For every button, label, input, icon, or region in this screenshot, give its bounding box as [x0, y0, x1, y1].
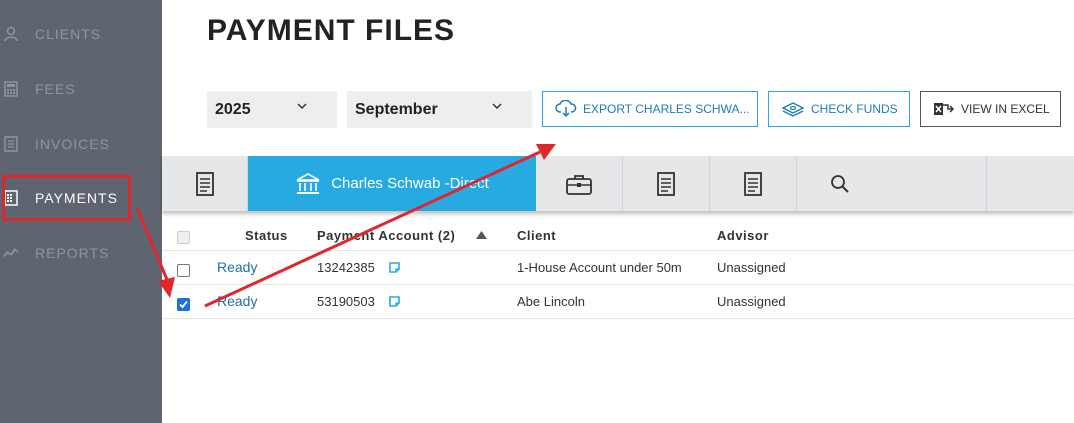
sidebar-item-reports[interactable]: REPORTS: [0, 238, 162, 268]
column-header-status[interactable]: Status: [245, 228, 288, 243]
client-name: 1-House Account under 50m: [517, 260, 682, 275]
select-all-checkbox[interactable]: [177, 231, 190, 244]
status-link[interactable]: Ready: [217, 293, 257, 309]
check-funds-button[interactable]: CHECK FUNDS: [768, 91, 910, 127]
advisor-name: Unassigned: [717, 260, 786, 275]
chevron-down-icon: [297, 103, 307, 110]
table-row: Ready 53190503 Abe Lincoln Unassigned: [162, 285, 1074, 319]
client-name: Abe Lincoln: [517, 294, 585, 309]
tab-document-3[interactable]: [710, 156, 797, 211]
sidebar-item-clients[interactable]: CLIENTS: [0, 19, 162, 49]
sidebar-item-label: FEES: [35, 81, 76, 97]
column-header-advisor[interactable]: Advisor: [717, 228, 769, 243]
tab-briefcase[interactable]: [536, 156, 623, 211]
note-icon[interactable]: [389, 296, 400, 307]
column-header-client[interactable]: Client: [517, 228, 556, 243]
status-link[interactable]: Ready: [217, 259, 257, 275]
export-charles-schwab-button[interactable]: EXPORT CHARLES SCHWA...: [542, 91, 758, 127]
sidebar-item-label: REPORTS: [35, 245, 110, 261]
sidebar-item-fees[interactable]: FEES: [0, 74, 162, 104]
search-icon: [831, 174, 849, 193]
tab-charles-schwab-direct[interactable]: Charles Schwab -Direct: [248, 156, 536, 211]
advisor-name: Unassigned: [717, 294, 786, 309]
tab-document-2[interactable]: [623, 156, 710, 211]
table-row: Ready 13242385 1-House Account under 50m…: [162, 251, 1074, 285]
column-header-payment-account[interactable]: Payment Account (2): [317, 228, 455, 243]
calculator-icon: [3, 81, 19, 97]
cloud-download-icon: [555, 100, 577, 118]
note-icon[interactable]: [389, 262, 400, 273]
check-funds-label: CHECK FUNDS: [811, 102, 898, 116]
document-icon: [657, 171, 675, 196]
payment-account-number: 53190503: [317, 294, 375, 309]
chevron-down-icon: [492, 103, 502, 110]
clients-icon: [3, 26, 19, 42]
month-select-value: September: [355, 100, 438, 118]
excel-icon: [934, 103, 955, 115]
reports-icon: [3, 245, 19, 261]
checkmark-icon: [179, 300, 188, 309]
row-checkbox[interactable]: [177, 298, 190, 311]
tab-search[interactable]: [797, 156, 987, 211]
page-title: PAYMENT FILES: [207, 14, 456, 47]
payment-account-number: 13242385: [317, 260, 375, 275]
export-button-label: EXPORT CHARLES SCHWA...: [583, 102, 750, 116]
invoice-icon: [3, 136, 19, 152]
custodian-tab-bar: Charles Schwab -Direct: [162, 156, 1074, 211]
year-select[interactable]: 2025: [207, 91, 337, 128]
row-checkbox[interactable]: [177, 264, 190, 277]
document-icon: [744, 171, 762, 196]
tab-label: Charles Schwab -Direct: [331, 175, 489, 192]
tab-document-1[interactable]: [162, 156, 248, 211]
payments-highlight-box: [2, 175, 131, 221]
sidebar-item-label: CLIENTS: [35, 26, 102, 42]
sidebar-item-invoices[interactable]: INVOICES: [0, 129, 162, 159]
document-icon: [195, 171, 214, 196]
sidebar-item-label: INVOICES: [35, 136, 110, 152]
month-select[interactable]: September: [347, 91, 532, 128]
briefcase-icon: [566, 174, 592, 195]
bank-icon: [296, 172, 320, 194]
view-in-excel-label: VIEW IN EXCEL: [961, 102, 1050, 116]
sort-ascending-icon[interactable]: [476, 231, 487, 239]
view-in-excel-button[interactable]: VIEW IN EXCEL: [920, 91, 1061, 127]
year-select-value: 2025: [215, 100, 251, 118]
money-stack-icon: [781, 102, 805, 117]
